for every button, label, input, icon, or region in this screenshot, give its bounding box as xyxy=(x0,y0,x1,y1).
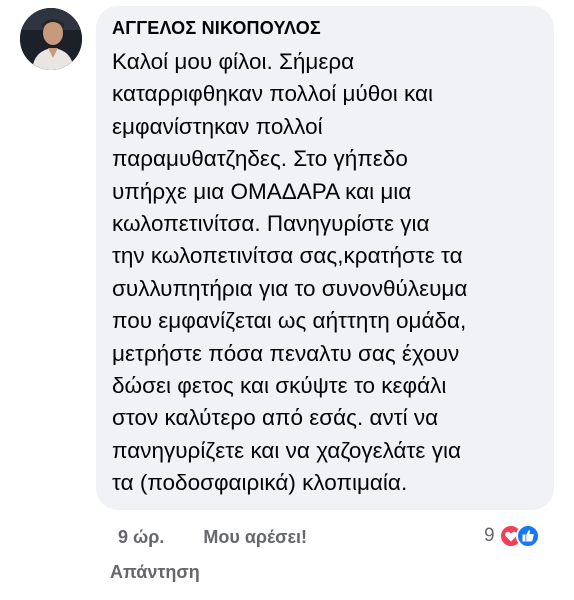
comment-text: Καλοί μου φίλοι. Σήμερα καταρριφθηκαν πο… xyxy=(112,46,538,500)
reaction-icons xyxy=(498,524,540,548)
comment-line: εμφανίστηκαν πολλοί xyxy=(112,113,323,139)
comment-line: υπήρχε μια ΟΜΑΔΑΡΑ και μια xyxy=(112,178,412,204)
comment-line: την κωλοπετινίτσα σας,κρατήστε τα xyxy=(112,243,463,269)
reply-button[interactable]: Απάντηση xyxy=(110,558,200,586)
profile-photo xyxy=(20,8,82,70)
comment-line: μετρήστε πόσα πεναλτυ σας έχουν xyxy=(112,340,460,366)
comment-line: κωλοπετινίτσα. Πανηγυρίστε για xyxy=(112,211,430,237)
comment-line: που εμφανίζεται ως αήττητη ομάδα, xyxy=(112,308,467,334)
comment-line: Καλοί μου φίλοι. Σήμερα xyxy=(112,49,355,74)
reaction-count: 9 xyxy=(484,525,495,546)
comment-line: παραμυθατζηδες. Στο γήπεδο xyxy=(112,146,408,172)
comment-line: δώσει φετος και σκύψτε το κεφάλι xyxy=(112,373,447,399)
comment-line: πανηγυρίζετε και να χαζογελάτε για xyxy=(112,437,461,463)
like-icon xyxy=(515,524,540,548)
comment-screen: ΑΓΓΕΛΟΣ ΝΙΚΟΠΟΥΛΟΣ Καλοί μου φίλοι. Σήμε… xyxy=(0,0,574,600)
comment-line: καταρριφθηκαν πολλοί μύθοι και xyxy=(112,81,433,107)
comment-line: τα (ποδοσφαιρικά) κλοπιμαία. xyxy=(112,470,408,496)
reactions-summary[interactable]: 9 xyxy=(484,522,540,550)
avatar[interactable] xyxy=(20,8,82,70)
author-name[interactable]: ΑΓΓΕΛΟΣ ΝΙΚΟΠΟΥΛΟΣ xyxy=(112,16,538,40)
comment-actions: 9 ώρ. Μου αρέσει! xyxy=(118,523,307,551)
timestamp-link[interactable]: 9 ώρ. xyxy=(118,523,164,551)
like-button[interactable]: Μου αρέσει! xyxy=(203,523,307,551)
comment-line: στον καλύτερο από εσάς. αντί να xyxy=(112,405,439,431)
comment-line: συλλυπητήρια για το συνονθύλευμα xyxy=(112,275,468,301)
comment-bubble: ΑΓΓΕΛΟΣ ΝΙΚΟΠΟΥΛΟΣ Καλοί μου φίλοι. Σήμε… xyxy=(96,6,554,510)
